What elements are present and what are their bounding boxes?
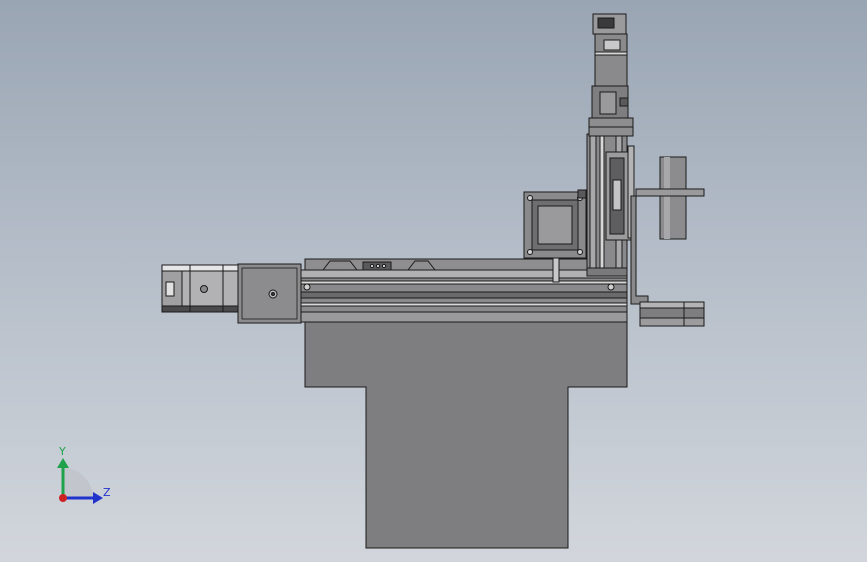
motor-screw (200, 285, 208, 293)
motor-bottom-band (161, 305, 239, 313)
pedestal-base[interactable] (304, 321, 628, 549)
horizontal-axis-groove-upper (299, 280, 628, 285)
y-axis-label: Y (58, 445, 66, 458)
motor-mount-bolt-center (271, 292, 275, 296)
x-axis-origin-marker (59, 494, 67, 502)
horizontal-axis-top-rail (299, 269, 628, 279)
assembly-model[interactable] (161, 13, 705, 549)
graphics-viewport[interactable]: Y Z (0, 0, 867, 562)
profile-screw-right (607, 283, 615, 291)
tool-plate-bottom (639, 317, 705, 327)
motor-top-band (161, 264, 239, 272)
vertical-motor-bands (594, 51, 628, 56)
flange-bolt-tl (527, 195, 533, 201)
motor-connector (165, 281, 175, 297)
carriage-motor-clip (577, 189, 587, 199)
coordinate-triad: Y Z (57, 445, 111, 504)
horizontal-axis-bottom-rail (299, 311, 628, 323)
cad-model-view[interactable]: Y Z (0, 0, 867, 562)
vertical-carriage-slot (612, 179, 622, 211)
y-axis-arrowhead (57, 458, 69, 468)
vertical-motor-connector (597, 17, 615, 29)
vertical-coupling-window (599, 91, 617, 115)
horizontal-axis-groove-lower (299, 302, 628, 307)
vertical-axis-base-block (586, 267, 628, 277)
vertical-axis-rail-left (589, 133, 597, 273)
connector-pin-2 (375, 263, 381, 269)
flange-bolt-bl (527, 249, 533, 255)
triad-plane-sector (63, 468, 93, 498)
carriage-motor-window (537, 205, 573, 245)
connector-pin-3 (381, 263, 387, 269)
tool-plate-top (639, 301, 705, 309)
gripper-cylinder-mount (635, 188, 705, 197)
flange-bolt-br (577, 249, 583, 255)
profile-screw-left (303, 283, 311, 291)
carriage-motor-shaft (552, 257, 560, 283)
vertical-coupling-tab (619, 97, 629, 107)
z-axis-label: Z (103, 486, 111, 499)
vertical-axis-groove (599, 133, 605, 273)
vertical-motor-label (603, 39, 621, 51)
z-axis-arrowhead (93, 492, 103, 504)
gripper-cylinder[interactable] (659, 156, 687, 240)
gripper-cylinder-highlight (664, 157, 670, 239)
connector-pin-1 (369, 263, 375, 269)
horizontal-axis-groove-mid (299, 291, 628, 299)
